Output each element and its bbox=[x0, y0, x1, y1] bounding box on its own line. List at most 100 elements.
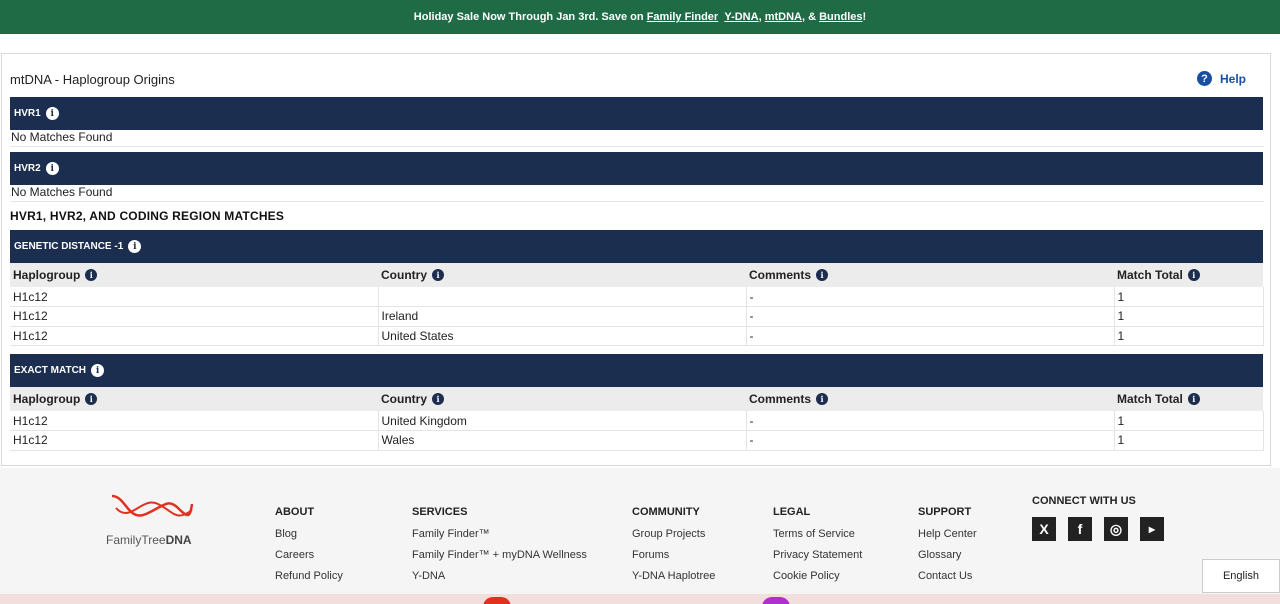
col-comments[interactable]: Comments i bbox=[746, 387, 1114, 411]
footer-link-contact[interactable]: Contact Us bbox=[918, 570, 977, 582]
footer-about: ABOUT Blog Careers Refund Policy bbox=[275, 506, 343, 582]
hvr1-message: No Matches Found bbox=[11, 128, 1264, 147]
col-haplogroup[interactable]: Haplogroup i bbox=[10, 263, 378, 287]
info-icon[interactable]: i bbox=[91, 364, 105, 377]
site-footer: FamilyTreeDNA ABOUT Blog Careers Refund … bbox=[0, 468, 1280, 604]
footer-link-group-projects[interactable]: Group Projects bbox=[632, 528, 715, 540]
footer-link-careers[interactable]: Careers bbox=[275, 549, 343, 561]
hvr2-message: No Matches Found bbox=[11, 183, 1264, 202]
youtube-icon[interactable]: ▶ bbox=[1140, 517, 1164, 541]
footer-connect: CONNECT WITH US X f ◎ ▶ bbox=[1032, 495, 1164, 541]
footer-link-help-center[interactable]: Help Center bbox=[918, 528, 977, 540]
familytreedna-logo[interactable]: FamilyTreeDNA bbox=[106, 494, 206, 547]
banner-link-family-finder[interactable]: Family Finder bbox=[647, 11, 719, 23]
cell-match-total: 1 bbox=[1114, 326, 1264, 346]
footer-link-family-finder[interactable]: Family Finder™ bbox=[412, 528, 587, 540]
footer-community: COMMUNITY Group Projects Forums Y-DNA Ha… bbox=[632, 506, 716, 582]
col-haplogroup[interactable]: Haplogroup i bbox=[10, 387, 378, 411]
info-icon[interactable]: i bbox=[816, 269, 829, 281]
partial-red-icon bbox=[483, 597, 511, 604]
footer-link-haplotree[interactable]: Y-DNA Haplotree bbox=[632, 570, 715, 582]
info-icon[interactable]: i bbox=[85, 269, 98, 281]
banner-link-mtdna[interactable]: mtDNA bbox=[765, 11, 802, 23]
footer-link-privacy[interactable]: Privacy Statement bbox=[773, 549, 862, 561]
language-selector[interactable]: English bbox=[1202, 559, 1280, 593]
hvr1-label: HVR1 bbox=[14, 108, 41, 119]
exact-match-table: Haplogroup i Country i Comments i Match Tot… bbox=[10, 387, 1264, 451]
info-icon[interactable]: i bbox=[45, 107, 59, 120]
cell-match-total: 1 bbox=[1114, 430, 1264, 451]
partial-purple-icon bbox=[762, 597, 790, 604]
info-icon[interactable]: i bbox=[432, 269, 444, 281]
haplogroup-origins-panel: mtDNA - Haplogroup Origins ? Help HVR1 i… bbox=[1, 53, 1271, 466]
promo-banner: Holiday Sale Now Through Jan 3rd. Save o… bbox=[0, 0, 1280, 34]
cell-haplogroup: H1c12 bbox=[10, 411, 379, 431]
facebook-icon[interactable]: f bbox=[1068, 517, 1092, 541]
table-header-row: Haplogroup i Country i Comments i Match Tot… bbox=[10, 387, 1263, 411]
page-title: mtDNA - Haplogroup Origins bbox=[10, 72, 175, 87]
cell-haplogroup: H1c12 bbox=[10, 430, 379, 451]
footer-link-glossary[interactable]: Glossary bbox=[918, 549, 977, 561]
help-link[interactable]: ? Help bbox=[1196, 71, 1246, 86]
col-comments[interactable]: Comments i bbox=[746, 263, 1114, 287]
info-icon[interactable]: i bbox=[85, 393, 98, 405]
instagram-icon[interactable]: ◎ bbox=[1104, 517, 1128, 541]
cell-haplogroup: H1c12 bbox=[10, 287, 379, 307]
genetic-distance-label: GENETIC DISTANCE -1 bbox=[14, 241, 124, 252]
table-header-row: Haplogroup i Country i Comments i Match Tot… bbox=[10, 263, 1263, 287]
coding-region-heading: HVR1, HVR2, AND CODING REGION MATCHES bbox=[10, 209, 285, 223]
col-country[interactable]: Country i bbox=[378, 263, 746, 287]
question-icon: ? bbox=[1196, 71, 1212, 86]
cell-haplogroup: H1c12 bbox=[10, 326, 379, 346]
footer-support: SUPPORT Help Center Glossary Contact Us bbox=[918, 506, 977, 582]
dna-helix-icon bbox=[111, 494, 194, 517]
cell-comments: - bbox=[746, 287, 1115, 307]
footer-link-terms[interactable]: Terms of Service bbox=[773, 528, 862, 540]
banner-link-bundles[interactable]: Bundles bbox=[819, 11, 862, 23]
info-icon[interactable]: i bbox=[816, 393, 829, 405]
footer-link-forums[interactable]: Forums bbox=[632, 549, 715, 561]
table-row: H1c12 United Kingdom - 1 bbox=[10, 411, 1264, 431]
footer-link-refund[interactable]: Refund Policy bbox=[275, 570, 343, 582]
footer-link-ff-wellness[interactable]: Family Finder™ + myDNA Wellness bbox=[412, 549, 587, 561]
genetic-distance-header: GENETIC DISTANCE -1 i bbox=[10, 230, 1263, 263]
banner-link-ydna[interactable]: Y-DNA bbox=[724, 11, 758, 23]
cell-comments: - bbox=[746, 430, 1115, 451]
hvr2-header: HVR2 i bbox=[10, 152, 1263, 185]
col-match-total[interactable]: Match Total i bbox=[1114, 387, 1263, 411]
info-icon[interactable]: i bbox=[1187, 269, 1200, 281]
cell-comments: - bbox=[746, 306, 1115, 327]
col-country[interactable]: Country i bbox=[378, 387, 746, 411]
cell-match-total: 1 bbox=[1114, 287, 1264, 307]
cell-country: Wales bbox=[378, 430, 747, 451]
info-icon[interactable]: i bbox=[128, 240, 142, 253]
footer-link-cookie[interactable]: Cookie Policy bbox=[773, 570, 862, 582]
cell-country bbox=[378, 287, 747, 307]
cell-comments: - bbox=[746, 411, 1115, 431]
info-icon[interactable]: i bbox=[432, 393, 444, 405]
cell-country: United Kingdom bbox=[378, 411, 747, 431]
table-row: H1c12 - 1 bbox=[10, 287, 1264, 307]
table-row: H1c12 Ireland - 1 bbox=[10, 306, 1264, 327]
cell-match-total: 1 bbox=[1114, 306, 1264, 327]
table-row: H1c12 Wales - 1 bbox=[10, 430, 1264, 451]
x-twitter-icon[interactable]: X bbox=[1032, 517, 1056, 541]
footer-link-ydna[interactable]: Y-DNA bbox=[412, 570, 587, 582]
info-icon[interactable]: i bbox=[45, 162, 59, 175]
table-row: H1c12 United States - 1 bbox=[10, 326, 1264, 346]
cell-haplogroup: H1c12 bbox=[10, 306, 379, 327]
cell-country: Ireland bbox=[378, 306, 747, 327]
bottom-strip bbox=[0, 594, 1280, 604]
cell-comments: - bbox=[746, 326, 1115, 346]
genetic-distance-table: Haplogroup i Country i Comments i Match Tot… bbox=[10, 263, 1264, 346]
help-label: Help bbox=[1219, 71, 1246, 86]
hvr1-header: HVR1 i bbox=[10, 97, 1263, 130]
footer-link-blog[interactable]: Blog bbox=[275, 528, 343, 540]
footer-legal: LEGAL Terms of Service Privacy Statement… bbox=[773, 506, 863, 582]
col-match-total[interactable]: Match Total i bbox=[1114, 263, 1263, 287]
cell-match-total: 1 bbox=[1114, 411, 1264, 431]
exact-match-label: EXACT MATCH bbox=[14, 365, 87, 376]
info-icon[interactable]: i bbox=[1187, 393, 1200, 405]
hvr2-label: HVR2 bbox=[14, 163, 41, 174]
banner-text: Holiday Sale Now Through Jan 3rd. Save o… bbox=[413, 11, 647, 23]
